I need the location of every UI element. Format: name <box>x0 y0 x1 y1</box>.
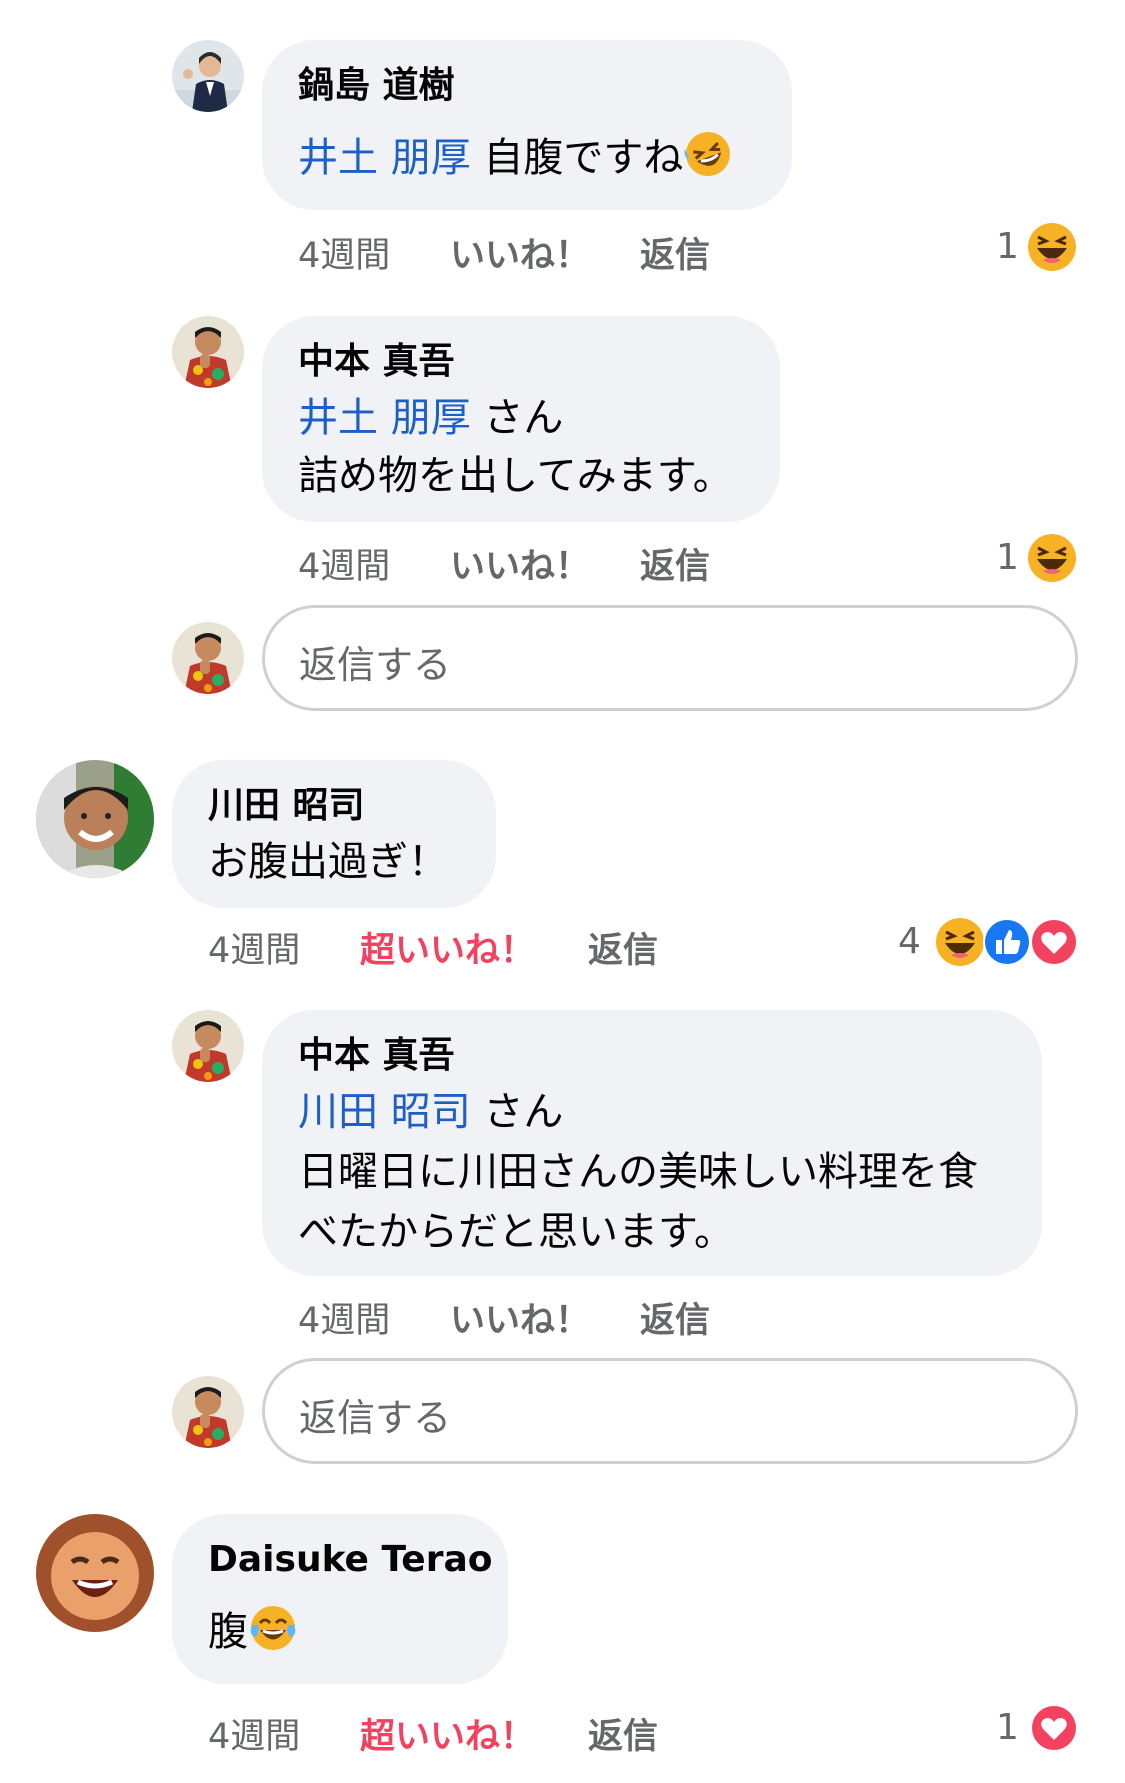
avatar[interactable] <box>172 1010 244 1082</box>
reply-input[interactable]: 返信する <box>262 1358 1078 1464</box>
comment-body: 詰め物を出してみます。 <box>298 453 733 499</box>
comment-text: 腹 <box>208 1602 298 1662</box>
comment-timestamp: 4週間 <box>208 931 301 971</box>
like-button[interactable]: いいね！ <box>450 538 590 589</box>
comment-text: 川田 昭司 さん <box>298 1082 563 1142</box>
current-user-avatar <box>172 622 244 694</box>
reply-button[interactable]: 返信 <box>588 922 658 973</box>
reaction-count[interactable]: 1 <box>996 537 1019 578</box>
comment-bubble[interactable]: 中本 真吾 川田 昭司 さん 日曜日に川田さんの美味しい料理を食 べたからだと思… <box>262 1010 1042 1276</box>
like-button[interactable]: いいね！ <box>450 1292 590 1343</box>
comment-author[interactable]: 川田 昭司 <box>208 784 365 828</box>
love-reaction-icon[interactable] <box>1029 917 1079 967</box>
love-button[interactable]: 超いいね！ <box>360 922 535 973</box>
love-reaction-icon[interactable] <box>1029 1703 1079 1753</box>
comment-bubble[interactable]: 川田 昭司 お腹出過ぎ！ <box>172 760 496 908</box>
comment-timestamp: 4週間 <box>298 547 391 587</box>
reaction-count[interactable]: 4 <box>898 921 921 962</box>
comment-author[interactable]: 鍋島 道樹 <box>298 64 455 108</box>
reply-placeholder: 返信する <box>299 1396 452 1440</box>
comment-author[interactable]: 中本 真吾 <box>298 340 455 384</box>
mention-link[interactable]: 井土 朋厚 <box>298 395 471 441</box>
comment-timestamp: 4週間 <box>298 236 391 276</box>
tears-of-joy-emoji <box>248 1603 298 1653</box>
reply-button[interactable]: 返信 <box>640 538 710 589</box>
comment-body-line: べたからだと思います。 <box>298 1209 734 1255</box>
reply-button[interactable]: 返信 <box>640 1292 710 1343</box>
reply-input[interactable]: 返信する <box>262 605 1078 711</box>
love-button[interactable]: 超いいね！ <box>360 1708 535 1759</box>
avatar[interactable] <box>172 40 244 112</box>
reply-placeholder: 返信する <box>299 643 452 687</box>
comment-body: お腹出過ぎ！ <box>208 839 448 885</box>
comment-body-line: 日曜日に川田さんの美味しい料理を食 <box>298 1149 978 1195</box>
avatar[interactable] <box>172 316 244 388</box>
mention-suffix: さん <box>470 1089 564 1135</box>
avatar[interactable] <box>36 1514 154 1632</box>
rofl-emoji <box>683 129 733 179</box>
comment-timestamp: 4週間 <box>298 1301 391 1341</box>
haha-reaction-icon[interactable] <box>935 917 985 967</box>
current-user-avatar <box>172 1376 244 1448</box>
comment-text: 井土 朋厚 さん <box>298 388 563 448</box>
comment-bubble[interactable]: Daisuke Terao 腹 <box>172 1514 508 1684</box>
mention-suffix: さん <box>470 395 564 441</box>
haha-reaction-icon[interactable] <box>1027 222 1077 272</box>
like-button[interactable]: いいね！ <box>450 227 590 278</box>
comment-author[interactable]: Daisuke Terao <box>208 1538 492 1582</box>
comment-author[interactable]: 中本 真吾 <box>298 1034 455 1078</box>
comment-body: 腹 <box>208 1609 248 1655</box>
mention-link[interactable]: 井土 朋厚 <box>298 135 471 181</box>
comment-bubble[interactable]: 中本 真吾 井土 朋厚 さん 詰め物を出してみます。 <box>262 316 780 522</box>
reply-button[interactable]: 返信 <box>640 227 710 278</box>
like-reaction-icon[interactable] <box>982 917 1032 967</box>
reaction-count[interactable]: 1 <box>996 1707 1019 1748</box>
comment-text: 井土 朋厚 自腹ですね <box>298 128 733 188</box>
comment-timestamp: 4週間 <box>208 1717 301 1757</box>
comment-body: 自腹ですね <box>470 135 684 181</box>
mention-link[interactable]: 川田 昭司 <box>298 1089 471 1135</box>
reaction-count[interactable]: 1 <box>996 226 1019 267</box>
comment-bubble[interactable]: 鍋島 道樹 井土 朋厚 自腹ですね <box>262 40 792 210</box>
avatar[interactable] <box>36 760 154 878</box>
reply-button[interactable]: 返信 <box>588 1708 658 1759</box>
haha-reaction-icon[interactable] <box>1027 533 1077 583</box>
